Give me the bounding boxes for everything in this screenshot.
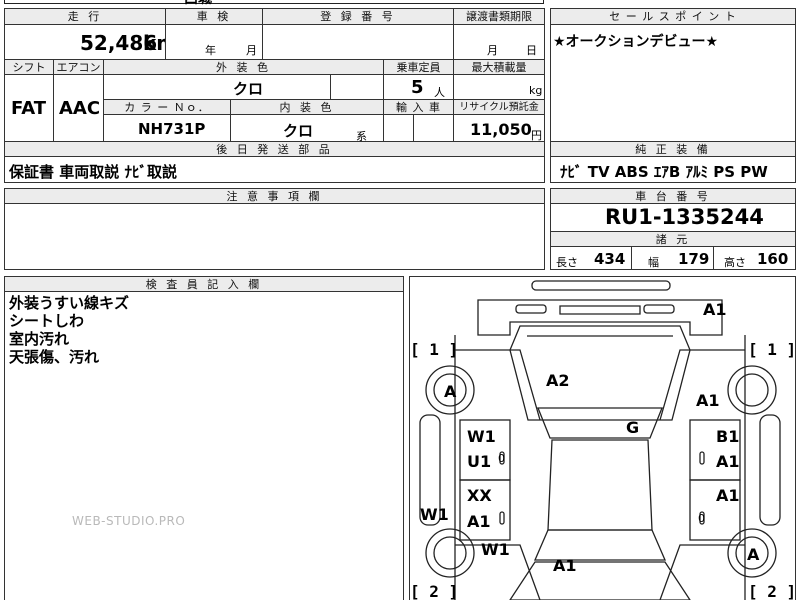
glyph-zero-lf: 0 <box>498 452 505 465</box>
windshield <box>537 407 663 439</box>
front-bumper-strip <box>531 280 671 291</box>
mark-rear-a1: A1 <box>553 556 577 575</box>
mark-fl-wheel-a: A <box>444 382 457 401</box>
mark-hood-a2: A2 <box>546 371 570 390</box>
glyph-zero-rr: 0 <box>698 512 705 525</box>
bracket-1-right: [ 1 ] <box>748 340 797 359</box>
roof <box>547 439 653 531</box>
door-handle-lr <box>499 511 505 525</box>
front-lamp-left <box>515 304 547 314</box>
bracket-1-left: [ 1 ] <box>410 340 459 359</box>
mark-front-a1: A1 <box>703 300 727 319</box>
mark-fr-fender-a1: A1 <box>696 391 720 410</box>
car-diagram <box>419 280 781 600</box>
mark-lr-door-xx: XX <box>467 486 492 505</box>
hood-outline <box>509 325 691 421</box>
mark-lf-door-w1: W1 <box>467 427 496 446</box>
mark-rf-door-b1: B1 <box>716 427 740 446</box>
bracket-2-right: [ 2 ] <box>748 582 797 600</box>
wheel-rear-left-inner <box>433 536 467 570</box>
mark-rr-door-a1: A1 <box>716 486 740 505</box>
wheel-rear-left-outer <box>425 528 475 578</box>
mark-rf-door-a1: A1 <box>716 452 740 471</box>
front-lamp-right <box>643 304 675 314</box>
mark-lr-door-a1: A1 <box>467 512 491 531</box>
mark-lf-door-u1: U1 <box>467 452 492 471</box>
grille <box>559 305 641 315</box>
front-bumper-outline <box>477 299 723 336</box>
right-sill <box>759 414 781 526</box>
door-handle-rf <box>699 451 705 465</box>
mark-rr-wheel-a: A <box>747 545 760 564</box>
mark-left-sill-w1: W1 <box>420 505 449 524</box>
wheel-front-right-outer <box>727 365 777 415</box>
left-front-fender <box>455 349 541 421</box>
bracket-2-left: [ 2 ] <box>410 582 459 600</box>
mark-lr-fender-w1: W1 <box>481 540 510 559</box>
mark-roof-g: G <box>626 418 640 437</box>
trunk-outline <box>509 561 691 600</box>
wheel-front-right-inner <box>735 373 769 407</box>
right-rear-fender <box>659 544 745 600</box>
